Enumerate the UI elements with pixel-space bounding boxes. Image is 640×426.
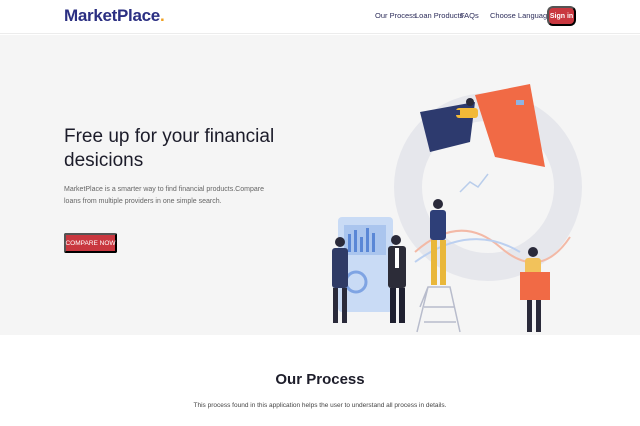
brand-logo[interactable]: MarketPlace. — [64, 6, 165, 26]
language-label: Choose Language — [490, 11, 552, 20]
finance-people-illustration — [332, 84, 582, 333]
signin-button[interactable]: Sign in — [547, 6, 576, 26]
navbar: MarketPlace. Our Process Loan Products F… — [0, 0, 640, 34]
hero-description: MarketPlace is a smarter way to find fin… — [64, 186, 264, 205]
hero-title: Free up for your financial desicions — [64, 126, 275, 171]
hero-section: Free up for your financial desicions Mar… — [0, 35, 640, 335]
process-description: This process found in this application h… — [193, 402, 447, 409]
nav-link-our-process[interactable]: Our Process — [375, 11, 417, 20]
nav-link-loan-products[interactable]: Loan Products — [415, 11, 463, 20]
brand-dot: . — [159, 6, 165, 25]
nav-link-faqs[interactable]: FAQs — [460, 11, 479, 20]
process-title: Our Process — [275, 371, 365, 388]
compare-now-button[interactable]: COMPARE NOW — [64, 233, 117, 253]
